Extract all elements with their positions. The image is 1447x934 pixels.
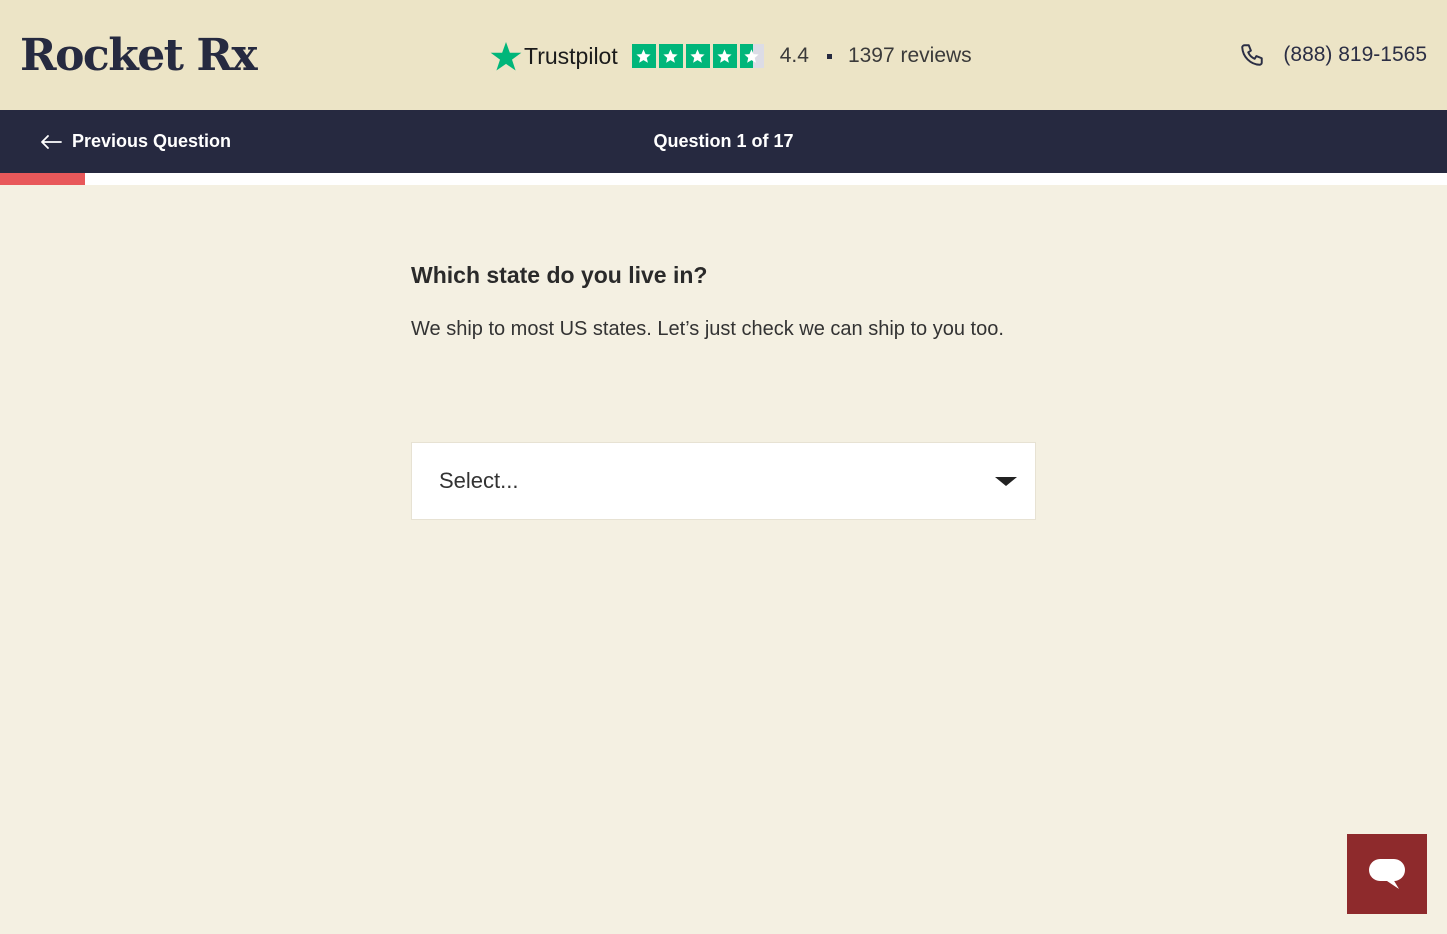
phone-number[interactable]: (888) 819-1565 — [1283, 43, 1427, 67]
half-star-icon — [739, 44, 764, 68]
previous-question-label: Previous Question — [72, 131, 232, 151]
phone-link[interactable]: (888) 819-1565 — [1239, 38, 1427, 72]
question-title: Which state do you live in? — [411, 262, 708, 288]
trustpilot-star-icon — [490, 42, 522, 71]
question-description: We ship to most US states. Let’s just ch… — [411, 318, 1004, 340]
trustpilot-widget[interactable]: Trustpilot 4.4 1397 reviews — [490, 36, 972, 76]
chat-button[interactable] — [1347, 834, 1427, 914]
phone-icon — [1241, 44, 1264, 66]
review-count: 1397 reviews — [847, 44, 972, 67]
progress-bar — [0, 173, 1447, 185]
rating-value: 4.4 — [779, 44, 809, 67]
question-navbar: Previous Question Question 1 of 17 — [0, 110, 1447, 173]
arrow-left-icon — [41, 134, 62, 149]
caret-down-icon — [995, 477, 1017, 486]
state-select-placeholder: Select... — [439, 468, 519, 493]
separator-dot — [826, 53, 832, 59]
rating-stars — [631, 44, 764, 68]
star-icon — [712, 44, 737, 68]
question-panel: Which state do you live in? We ship to m… — [411, 258, 1036, 520]
rocket-rx-logo[interactable]: Rocket Rx — [20, 30, 258, 82]
star-icon — [658, 44, 683, 68]
trustpilot-name: Trustpilot — [524, 42, 618, 69]
state-select[interactable]: Select... — [411, 442, 1036, 520]
star-icon — [631, 44, 656, 68]
site-header: Rocket Rx Trustpilot 4.4 1397 reviews (8… — [0, 0, 1447, 110]
previous-question-button[interactable]: Previous Question — [40, 110, 231, 173]
star-icon — [685, 44, 710, 68]
progress-fill — [0, 173, 86, 185]
chat-bubble-icon — [1369, 859, 1405, 889]
